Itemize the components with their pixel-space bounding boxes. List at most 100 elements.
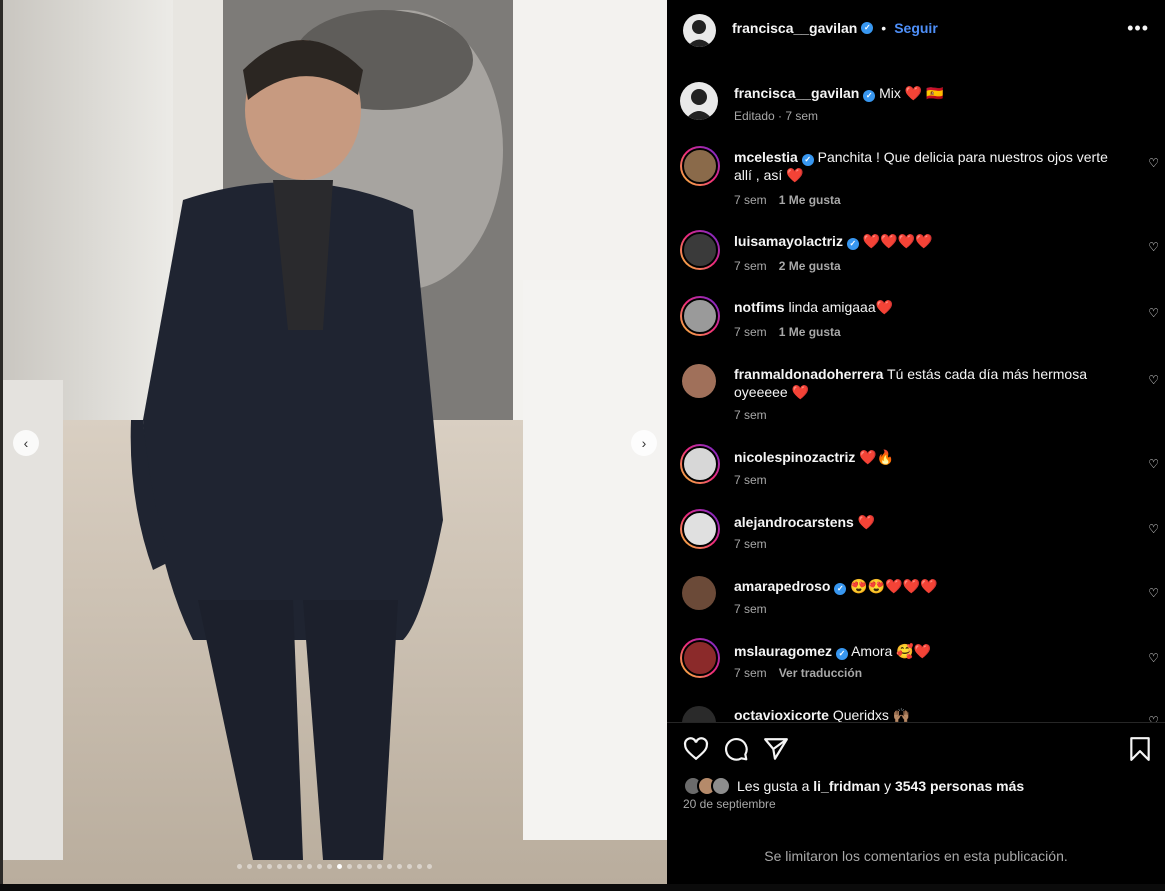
comment-username[interactable]: nicolespinozactriz	[734, 449, 855, 465]
comment-username[interactable]: notfims	[734, 299, 785, 315]
verified-badge-icon: ✓	[861, 22, 874, 34]
commenter-avatar[interactable]	[682, 706, 716, 722]
comments-list[interactable]: francisca__gavilan ✓ Mix ❤️ 🇪🇸 Editado ·…	[667, 60, 1165, 722]
author-username[interactable]: francisca__gavilan	[732, 20, 857, 36]
comment-likes[interactable]: 1 Me gusta	[779, 325, 841, 339]
story-ring[interactable]	[680, 296, 720, 336]
commenter-avatar	[682, 511, 718, 547]
carousel-indicator	[237, 864, 432, 869]
story-ring[interactable]	[680, 638, 720, 678]
commenter-avatar	[682, 446, 718, 482]
bookmark-icon[interactable]	[1127, 736, 1153, 762]
divider	[667, 722, 1165, 723]
comment-time: 7 sem	[734, 602, 767, 616]
carousel-dot	[287, 864, 292, 869]
author-avatar[interactable]	[680, 82, 718, 120]
follow-button[interactable]: Seguir	[894, 20, 938, 36]
carousel-dot	[337, 864, 342, 869]
comment-username[interactable]: luisamayolactriz	[734, 233, 843, 249]
heart-icon[interactable]: ♡	[1148, 156, 1159, 170]
paper-plane-icon[interactable]	[763, 736, 789, 762]
verified-badge-icon: ✓	[801, 154, 814, 166]
comment-username[interactable]: alejandrocarstens	[734, 514, 854, 530]
comment-username[interactable]: mslauragomez	[734, 643, 832, 659]
carousel-dot	[407, 864, 412, 869]
heart-icon[interactable]: ♡	[1148, 306, 1159, 320]
heart-icon[interactable]	[683, 736, 709, 762]
carousel-dot	[387, 864, 392, 869]
carousel-dot	[367, 864, 372, 869]
likes-count[interactable]: 3543 personas más	[895, 778, 1024, 794]
caption-username[interactable]: francisca__gavilan	[734, 85, 859, 101]
heart-icon[interactable]: ♡	[1148, 714, 1159, 722]
comments-limited-notice: Se limitaron los comentarios en esta pub…	[764, 848, 1068, 864]
comment-text: linda amigaaa❤️	[788, 299, 894, 315]
story-ring[interactable]	[680, 444, 720, 484]
comment-username[interactable]: amarapedroso	[734, 578, 830, 594]
caption-text: Mix ❤️ 🇪🇸	[879, 85, 944, 101]
carousel-dot	[247, 864, 252, 869]
comment-time: 7 sem	[734, 325, 767, 339]
comment-bubble-icon[interactable]	[723, 736, 749, 762]
heart-icon[interactable]: ♡	[1148, 651, 1159, 665]
comment-time: 7 sem	[734, 408, 767, 422]
heart-icon[interactable]: ♡	[1148, 457, 1159, 471]
comment-username[interactable]: franmaldonadoherrera	[734, 366, 883, 382]
comment-time: 7 sem	[734, 259, 767, 273]
carousel-dot	[397, 864, 402, 869]
comment-username[interactable]: mcelestia	[734, 149, 798, 165]
likes-summary: Les gusta a li_fridman y 3543 personas m…	[683, 776, 1024, 796]
post-media[interactable]: ‹ ›	[3, 0, 667, 884]
comment-text: ❤️	[857, 514, 876, 530]
story-ring[interactable]	[680, 146, 720, 186]
comment-likes[interactable]: 2 Me gusta	[779, 259, 841, 273]
verified-badge-icon: ✓	[835, 648, 848, 660]
commenter-avatar	[682, 298, 718, 334]
post-date[interactable]: 20 de septiembre	[683, 797, 776, 811]
see-translation-link[interactable]: Ver traducción	[779, 666, 862, 680]
chevron-right-icon[interactable]: ›	[631, 430, 657, 456]
carousel-dot	[307, 864, 312, 869]
chevron-left-icon[interactable]: ‹	[13, 430, 39, 456]
likes-user[interactable]: li_fridman	[813, 778, 880, 794]
verified-badge-icon: ✓	[863, 90, 876, 102]
carousel-dot	[377, 864, 382, 869]
comment-text: 😍😍❤️❤️❤️	[850, 578, 938, 594]
commenter-avatar	[682, 232, 718, 268]
post-header: francisca__gavilan ✓ • Seguir •••	[667, 0, 1165, 60]
story-ring[interactable]	[680, 230, 720, 270]
heart-icon[interactable]: ♡	[1148, 586, 1159, 600]
comment-likes[interactable]: 1 Me gusta	[779, 193, 841, 207]
commenter-avatar	[682, 148, 718, 184]
bottom-edge-strip	[0, 884, 1165, 891]
header-separator: •	[881, 20, 887, 36]
comment-text: Queridxs 🙌🏽	[832, 707, 911, 722]
carousel-dot	[347, 864, 352, 869]
heart-icon[interactable]: ♡	[1148, 240, 1159, 254]
comment-text: Amora 🥰❤️	[851, 643, 932, 659]
heart-icon[interactable]: ♡	[1148, 522, 1159, 536]
commenter-avatar[interactable]	[682, 576, 716, 610]
carousel-dot	[267, 864, 272, 869]
comment-text: ❤️🔥	[859, 449, 895, 465]
liker-avatar	[711, 776, 731, 796]
comment-time: 7 sem	[734, 473, 767, 487]
carousel-dot	[237, 864, 242, 869]
story-ring[interactable]	[680, 509, 720, 549]
comment-username[interactable]: octavioxicorte	[734, 707, 829, 722]
verified-badge-icon: ✓	[834, 583, 847, 595]
carousel-dot	[327, 864, 332, 869]
verified-badge-icon: ✓	[846, 238, 859, 250]
comment-time: 7 sem	[734, 666, 767, 680]
commenter-avatar[interactable]	[682, 364, 716, 398]
carousel-dot	[257, 864, 262, 869]
post-photo	[3, 0, 667, 884]
comment-time: 7 sem	[734, 537, 767, 551]
caption-meta: Editado · 7 sem	[734, 109, 819, 123]
carousel-dot	[417, 864, 422, 869]
liker-avatars	[683, 776, 731, 796]
heart-icon[interactable]: ♡	[1148, 373, 1159, 387]
comment-text: ❤️❤️❤️❤️	[862, 233, 933, 249]
more-options-icon[interactable]: •••	[1127, 18, 1149, 39]
author-avatar[interactable]	[683, 14, 716, 47]
